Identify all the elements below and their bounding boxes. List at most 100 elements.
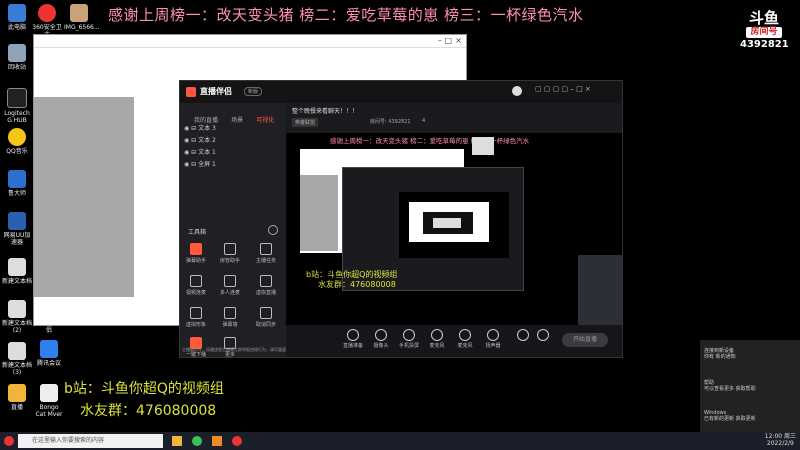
desktop-icon-recycle-bin[interactable]: 回收站 — [2, 44, 32, 71]
notification-body: 你有 新的通知 — [704, 354, 736, 360]
desktop-icon-img[interactable]: IMG_6566... — [64, 4, 100, 31]
source-item[interactable]: ◉ ⊟ 全屏 1 — [184, 159, 216, 168]
desktop-icon-label: Logitech G HUB — [4, 110, 30, 124]
tool-danmu-wall[interactable]: 弹幕墙 — [218, 307, 242, 328]
desktop-icon-meeting[interactable]: 腾讯会议 — [34, 340, 64, 367]
desktop-icon-qqmusic[interactable]: QQ音乐 — [2, 128, 32, 155]
notification-panel: 连接到新设备 你有 新的通知 帮助 可以查看更多 获取帮助 Windows 已有… — [700, 340, 800, 432]
app-taskbar-icon[interactable] — [232, 436, 242, 446]
more-icon[interactable] — [268, 225, 278, 235]
douyu-room-logo: 斗鱼 房间号 4392821 — [740, 9, 789, 58]
maximize-icon[interactable]: □ — [444, 36, 452, 45]
ctrl-phone-cast[interactable]: 手机投屏 — [398, 329, 420, 349]
tool-video-link[interactable]: 视频连麦 — [184, 275, 208, 296]
tool-virtual-live[interactable]: 虚拟直播 — [254, 275, 278, 296]
desktop-icon-360[interactable]: 360安全卫士 — [32, 4, 62, 38]
tool-label: 取消同步 — [255, 322, 276, 328]
notification-item[interactable]: 连接到新设备 你有 新的通知 — [704, 348, 796, 360]
tool-admin[interactable]: 房管助手 — [218, 243, 242, 264]
recycle-bin-icon — [8, 44, 26, 62]
viewer-count: 4 — [422, 118, 426, 124]
tool-label: 主播任务 — [255, 258, 276, 264]
preview-logo — [472, 137, 494, 155]
tab-visual[interactable]: 可视化 — [256, 117, 274, 124]
desktop-icon-text1[interactable]: 新建文本档 — [2, 258, 32, 285]
avatar-icon — [190, 307, 202, 319]
tool-tasks[interactable]: 主播任务 — [254, 243, 278, 264]
meeting-icon — [40, 340, 58, 358]
minimize-icon[interactable]: – — [438, 36, 442, 45]
tool-unsync[interactable]: 取消同步 — [254, 307, 278, 328]
ctrl-prepare[interactable]: 直播准备 — [342, 329, 364, 349]
monitor-icon — [347, 329, 359, 341]
ctrl-mic-b[interactable]: 麦克风 — [454, 329, 476, 349]
source-item[interactable]: ◉ ⊟ 文本 3 — [184, 123, 216, 132]
notification-item[interactable]: 帮助 可以查看更多 获取帮助 — [704, 380, 796, 392]
text-file-icon — [8, 342, 26, 360]
tool-multi-link[interactable]: 多人连麦 — [218, 275, 242, 296]
ctrl-label: 麦克风 — [429, 343, 445, 349]
tool-danmu[interactable]: 弹幕助手 — [184, 243, 208, 264]
ctrl-record[interactable] — [512, 329, 534, 342]
taskbar-search[interactable]: 在这里输入你要搜索的内容 — [18, 434, 163, 448]
text-file-icon — [8, 300, 26, 318]
tasks-icon — [260, 243, 272, 255]
ludashi-icon — [8, 170, 26, 188]
gray-panel — [34, 97, 134, 297]
source-item[interactable]: ◉ ⊟ 文本 1 — [184, 147, 216, 156]
source-label: 文本 3 — [198, 125, 216, 132]
tray-clock[interactable]: 12:00 周三 2022/2/9 — [765, 433, 796, 447]
folder-icon — [8, 384, 26, 402]
ctrl-camera[interactable]: 摄像头 — [370, 329, 392, 349]
desktop-icon-label: IMG_6566... — [64, 24, 100, 31]
close-icon[interactable]: × — [455, 36, 462, 45]
multi-link-icon — [224, 275, 236, 287]
app-logo-icon — [186, 87, 196, 97]
stream-title[interactable]: 整个晚餐来看聊天！！！ — [292, 106, 358, 115]
danmu-wall-icon — [224, 307, 236, 319]
ctrl-label: 直播准备 — [342, 343, 363, 349]
app-sidebar: 我的直播 场景 可视化 ◉ ⊟ 文本 3 ◉ ⊟ 文本 2 ◉ ⊟ 文本 1 ◉… — [180, 103, 286, 358]
desktop-icon-uu[interactable]: 网易UU加速器 — [2, 212, 32, 246]
notification-body: 可以查看更多 获取帮助 — [704, 386, 756, 392]
microphone-icon — [431, 329, 443, 341]
video-link-icon — [190, 275, 202, 287]
desktop-icon-text3[interactable]: 新建文本档 (3) — [2, 342, 32, 376]
desktop-icon-label: 新建文本档 (3) — [2, 362, 33, 376]
start-icon[interactable] — [4, 436, 14, 446]
desktop-icon-live[interactable]: 直播 — [2, 384, 32, 411]
ctrl-settings[interactable] — [532, 329, 554, 342]
source-item[interactable]: ◉ ⊟ 文本 2 — [184, 135, 216, 144]
music-icon — [8, 128, 26, 146]
desktop-icon-bongocat[interactable]: Bongo Cat Mver — [34, 384, 64, 418]
version-badge: 新版 — [244, 87, 263, 96]
tab-scene[interactable]: 场景 — [231, 117, 243, 124]
file-explorer-icon[interactable] — [172, 436, 182, 446]
preview-notifications — [578, 255, 622, 325]
ctrl-speaker[interactable]: 扬声器 — [482, 329, 504, 349]
platform-notice: 主播被封号，如遇违规主播请立即举报违规行为，请尽量遵守平台直播规范 — [182, 347, 286, 352]
window-titlebar[interactable]: – □ × — [34, 35, 466, 48]
desktop-icon-text2[interactable]: 新建文本档 (2) — [2, 300, 32, 334]
tool-avatar[interactable]: 虚拟形象 — [184, 307, 208, 328]
ctrl-label: 麦克风 — [457, 343, 473, 349]
image-icon — [70, 4, 88, 22]
category-label[interactable]: 英雄联盟 — [292, 118, 319, 127]
live-companion-window[interactable]: 直播伴侣 新版 ▢ ▢ ▢ ▢ – □ × 我的直播 场景 可视化 ◉ ⊟ 文本… — [179, 80, 623, 358]
desktop-icon-logitech[interactable]: Logitech G HUB — [2, 88, 32, 124]
ctrl-label: 摄像头 — [373, 343, 389, 349]
avatar[interactable] — [512, 86, 522, 96]
ctrl-mic-a[interactable]: 麦克风 — [426, 329, 448, 349]
notification-item[interactable]: Windows 已有新的更新 获取更新 — [704, 410, 796, 422]
douyu-logo-mark: 斗鱼 — [748, 9, 779, 27]
douyu-taskbar-icon[interactable] — [212, 436, 222, 446]
clock-time: 12:00 周三 — [764, 433, 796, 440]
ctrl-label: 扬声器 — [485, 343, 501, 349]
desktop-icon-ludashi[interactable]: 鲁大师 — [2, 170, 32, 197]
taskbar: 在这里输入你要搜索的内容 12:00 周三 2022/2/9 — [0, 432, 800, 450]
window-controls[interactable]: ▢ ▢ ▢ ▢ – □ × — [535, 85, 591, 93]
browser-icon[interactable] — [192, 436, 202, 446]
desktop-icon-this-pc[interactable]: 此电脑 — [2, 4, 32, 31]
start-live-button[interactable]: 开始直播 — [562, 333, 608, 347]
desktop-icon-label: QQ音乐 — [6, 148, 28, 155]
